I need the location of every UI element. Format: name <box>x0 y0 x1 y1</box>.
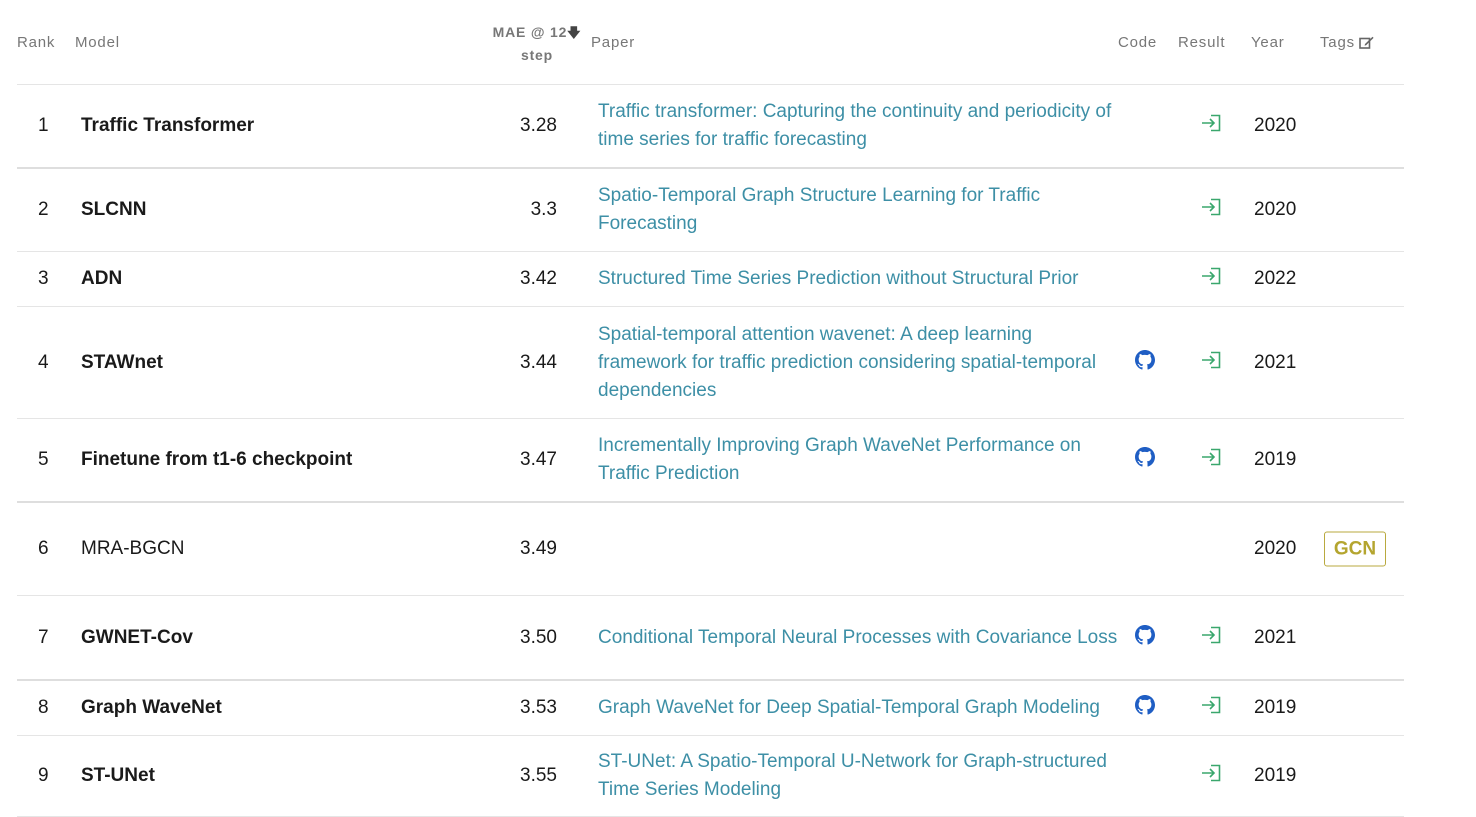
mae-value: 3.50 <box>520 626 557 648</box>
edit-icon[interactable] <box>1359 36 1374 49</box>
mae-value: 3.44 <box>520 351 557 373</box>
rank-cell: 9 <box>38 765 49 786</box>
model-link[interactable]: SLCNN <box>81 199 146 221</box>
year-cell: 2020 <box>1254 538 1297 559</box>
rank-cell: 2 <box>38 199 49 220</box>
rank-cell: 6 <box>38 538 49 559</box>
model-link[interactable]: Finetune from t1-6 checkpoint <box>81 449 352 471</box>
rank-cell: 4 <box>38 351 49 373</box>
mae-value: 3.53 <box>520 697 557 718</box>
mae-value: 3.49 <box>520 538 557 559</box>
table-row: 2 SLCNN 3.3 Spatio-Temporal Graph Structure… <box>17 169 1404 252</box>
rank-cell: 8 <box>38 697 49 718</box>
code-header[interactable]: Code <box>1118 34 1157 51</box>
paper-link[interactable]: Spatial-temporal attention wavenet: A de… <box>598 321 1118 405</box>
mae-value: 3.42 <box>520 268 557 289</box>
tag-badge[interactable]: GCN <box>1324 531 1386 567</box>
result-link-icon[interactable] <box>1200 114 1222 138</box>
model-link[interactable]: ADN <box>81 268 122 290</box>
rank-cell: 3 <box>38 268 49 289</box>
github-icon[interactable] <box>1135 349 1155 376</box>
result-header[interactable]: Result <box>1178 34 1225 51</box>
year-cell: 2022 <box>1254 268 1297 289</box>
year-cell: 2020 <box>1254 115 1297 136</box>
model-link[interactable]: Graph WaveNet <box>81 697 222 719</box>
result-link-icon[interactable] <box>1200 764 1222 788</box>
rank-header[interactable]: Rank <box>17 34 55 51</box>
year-cell: 2019 <box>1254 449 1297 470</box>
mae-value: 3.47 <box>520 449 557 470</box>
github-icon[interactable] <box>1135 624 1155 651</box>
paper-link[interactable]: Traffic transformer: Capturing the conti… <box>598 98 1118 154</box>
table-row: 1 Traffic Transformer 3.28 Traffic transfor… <box>17 85 1404 169</box>
paper-link[interactable]: Conditional Temporal Neural Processes wi… <box>598 624 1118 652</box>
year-header[interactable]: Year <box>1251 34 1285 51</box>
table-row: 8 Graph WaveNet 3.53 Graph WaveNet for Deep… <box>17 681 1404 736</box>
model-link[interactable]: GWNET-Cov <box>81 627 193 649</box>
rank-cell: 7 <box>38 626 49 648</box>
year-cell: 2021 <box>1254 626 1297 648</box>
year-cell: 2021 <box>1254 351 1297 373</box>
metric-header[interactable]: MAE @ 12🡇 step <box>487 21 587 67</box>
table-row: 9 ST-UNet 3.55 ST-UNet: A Spatio-Temporal U… <box>17 736 1404 817</box>
github-icon[interactable] <box>1135 447 1155 473</box>
paper-header[interactable]: Paper <box>591 34 635 51</box>
result-link-icon[interactable] <box>1200 351 1222 375</box>
model-link[interactable]: STAWnet <box>81 352 163 374</box>
result-link-icon[interactable] <box>1200 696 1222 720</box>
table-row: 6 MRA-BGCN 3.49 2020 GCN <box>17 503 1404 596</box>
metric-header-label: MAE @ 12 <box>492 24 568 40</box>
model-link[interactable]: Traffic Transformer <box>81 115 254 137</box>
result-link-icon[interactable] <box>1200 198 1222 222</box>
table-row: 4 STAWnet 3.44 Spatial-temporal attention w… <box>17 307 1404 419</box>
github-icon[interactable] <box>1135 695 1155 721</box>
model-header[interactable]: Model <box>75 34 120 51</box>
rank-cell: 1 <box>38 115 49 136</box>
metric-header-label-2: step <box>521 47 553 63</box>
mae-value: 3.28 <box>520 115 557 136</box>
table-header: Rank Model MAE @ 12🡇 step Paper Code Res… <box>17 0 1404 85</box>
tags-header[interactable]: Tags <box>1320 34 1374 51</box>
year-cell: 2019 <box>1254 765 1297 786</box>
model-link[interactable]: ST-UNet <box>81 765 155 787</box>
table-row: 3 ADN 3.42 Structured Time Series Predictio… <box>17 252 1404 307</box>
paper-link[interactable]: Structured Time Series Prediction withou… <box>598 265 1118 293</box>
paper-link[interactable]: ST-UNet: A Spatio-Temporal U-Network for… <box>598 748 1118 804</box>
paper-link[interactable]: Graph WaveNet for Deep Spatial-Temporal … <box>598 694 1118 722</box>
mae-value: 3.55 <box>520 765 557 786</box>
tags-header-label: Tags <box>1320 34 1355 51</box>
result-link-icon[interactable] <box>1200 626 1222 650</box>
year-cell: 2019 <box>1254 697 1297 718</box>
leaderboard-table: Rank Model MAE @ 12🡇 step Paper Code Res… <box>17 0 1404 817</box>
sort-down-icon[interactable]: 🡇 <box>567 25 581 40</box>
table-row: 5 Finetune from t1-6 checkpoint 3.47 Increm… <box>17 419 1404 503</box>
rank-cell: 5 <box>38 449 49 470</box>
model-link[interactable]: MRA-BGCN <box>81 538 184 560</box>
paper-link[interactable]: Incrementally Improving Graph WaveNet Pe… <box>598 432 1118 488</box>
paper-link[interactable]: Spatio-Temporal Graph Structure Learning… <box>598 182 1118 238</box>
result-link-icon[interactable] <box>1200 448 1222 472</box>
result-link-icon[interactable] <box>1200 267 1222 291</box>
mae-value: 3.3 <box>530 199 557 220</box>
year-cell: 2020 <box>1254 199 1297 220</box>
table-row: 7 GWNET-Cov 3.50 Conditional Temporal Neura… <box>17 596 1404 681</box>
